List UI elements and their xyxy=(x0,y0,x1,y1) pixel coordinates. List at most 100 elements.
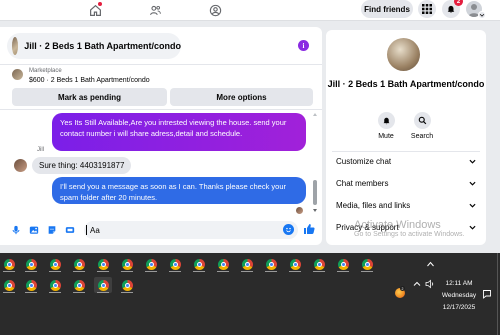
chevron-down-icon xyxy=(469,180,476,187)
chrome-icon xyxy=(25,258,37,270)
taskbar-chrome-window[interactable] xyxy=(70,277,88,293)
section-media-files-links[interactable]: Media, files and links xyxy=(326,196,486,214)
chrome-icon xyxy=(121,279,133,291)
emoji-icon[interactable] xyxy=(283,224,294,235)
running-indicator xyxy=(193,271,205,272)
taskbar-chrome-window[interactable] xyxy=(46,256,64,272)
running-indicator xyxy=(73,292,85,293)
running-indicator xyxy=(265,271,277,272)
taskbar-chrome-window[interactable] xyxy=(358,256,376,272)
microphone-icon[interactable] xyxy=(10,224,22,236)
chevron-up-icon[interactable] xyxy=(412,279,422,289)
running-indicator xyxy=(361,271,373,272)
taskbar-chrome-window[interactable] xyxy=(0,256,18,272)
notifications-button[interactable]: 2 xyxy=(442,0,463,18)
chrome-icon xyxy=(289,258,301,270)
sender-avatar[interactable] xyxy=(14,159,27,172)
grid-icon xyxy=(422,4,432,14)
info-panel-title: Jill · 2 Beds 1 Bath Apartment/condo xyxy=(327,79,485,89)
chrome-icon xyxy=(217,258,229,270)
photo-icon[interactable] xyxy=(28,224,40,236)
section-customize-chat[interactable]: Customize chat xyxy=(326,152,486,170)
taskbar-chrome-window[interactable] xyxy=(214,256,232,272)
account-chevron-down-icon[interactable] xyxy=(478,11,486,19)
running-indicator xyxy=(313,271,325,272)
chrome-icon xyxy=(73,258,85,270)
notification-center-icon[interactable] xyxy=(482,289,492,299)
taskbar-chrome-window[interactable] xyxy=(70,256,88,272)
taskbar-chrome-window[interactable] xyxy=(22,277,40,293)
running-indicator xyxy=(49,271,61,272)
scrollbar-thumb[interactable] xyxy=(313,180,317,205)
thumbs-up-icon[interactable] xyxy=(303,223,315,235)
taskbar-chrome-window[interactable] xyxy=(118,277,136,293)
taskbar-chrome-window[interactable] xyxy=(0,277,18,293)
friends-icon[interactable] xyxy=(145,1,165,19)
taskbar-chrome-window[interactable] xyxy=(46,277,64,293)
profile-circle-icon[interactable] xyxy=(205,1,225,19)
taskbar-chrome-window[interactable] xyxy=(118,256,136,272)
running-indicator xyxy=(73,271,85,272)
notification-count-badge: 2 xyxy=(454,0,463,6)
section-chat-members[interactable]: Chat members xyxy=(326,174,486,192)
bell-icon xyxy=(383,117,390,125)
volume-icon[interactable] xyxy=(425,279,435,289)
section-label: Customize chat xyxy=(336,156,392,166)
taskbar-chrome-window[interactable] xyxy=(286,256,304,272)
mute-button[interactable] xyxy=(378,112,395,129)
taskbar-chrome-window[interactable] xyxy=(262,256,280,272)
taskbar-chrome-window[interactable] xyxy=(238,256,256,272)
sticker-icon[interactable] xyxy=(46,224,58,236)
scroll-down-arrow[interactable] xyxy=(313,209,317,212)
listing-price-line[interactable]: $600 · 2 Beds 1 Bath Apartment/condo xyxy=(29,77,150,84)
chat-header[interactable]: Jill · 2 Beds 1 Bath Apartment/condo xyxy=(7,33,181,59)
message-input[interactable] xyxy=(84,221,298,239)
running-indicator xyxy=(169,271,181,272)
show-desktop-button[interactable] xyxy=(497,253,498,335)
chrome-icon xyxy=(337,258,349,270)
running-indicator xyxy=(25,292,37,293)
running-indicator xyxy=(3,271,15,272)
taskbar-chrome-window[interactable] xyxy=(166,256,184,272)
chrome-icon xyxy=(73,279,85,291)
outgoing-message[interactable]: Yes Its Still Available,Are you intreste… xyxy=(52,113,306,151)
system-clock[interactable]: 12:11 AM Wednesday 12/17/2025 xyxy=(436,278,482,314)
taskbar-chrome-window[interactable] xyxy=(94,277,112,293)
listing-image[interactable] xyxy=(387,38,420,71)
more-options-button[interactable]: More options xyxy=(170,88,313,106)
chat-panel: Jill · 2 Beds 1 Bath Apartment/condo i M… xyxy=(0,27,322,245)
menu-grid-button[interactable] xyxy=(418,0,436,18)
outgoing-message[interactable]: I'll send you a message as soon as I can… xyxy=(52,177,306,204)
show-hidden-icons-chevron-up-icon[interactable] xyxy=(427,260,434,267)
gif-icon[interactable] xyxy=(64,224,76,236)
incoming-message[interactable]: Sure thing: 4403191877 xyxy=(32,157,132,174)
home-notification-dot xyxy=(98,2,102,6)
chrome-icon xyxy=(145,258,157,270)
taskbar-chrome-window[interactable] xyxy=(94,256,112,272)
taskbar-chrome-window[interactable] xyxy=(22,256,40,272)
find-friends-button[interactable]: Find friends xyxy=(361,0,413,18)
taskbar-chrome-window[interactable] xyxy=(310,256,328,272)
marketplace-listing-thumbnail xyxy=(12,69,23,80)
text-cursor xyxy=(86,225,87,235)
info-icon[interactable]: i xyxy=(298,40,309,51)
scroll-up-arrow[interactable] xyxy=(313,113,317,116)
mark-as-pending-button[interactable]: Mark as pending xyxy=(12,88,167,106)
taskbar-chrome-window[interactable] xyxy=(190,256,208,272)
conversation-info-panel: Jill · 2 Beds 1 Bath Apartment/condo Mut… xyxy=(326,30,486,245)
taskbar-chrome-window[interactable] xyxy=(142,256,160,272)
app-tray-badge: 2 xyxy=(400,286,405,291)
running-indicator xyxy=(25,271,37,272)
running-indicator xyxy=(121,271,133,272)
divider xyxy=(0,109,322,110)
running-indicator xyxy=(121,292,133,293)
search-icon xyxy=(418,116,427,125)
chrome-icon xyxy=(3,279,15,291)
bell-icon xyxy=(447,5,455,14)
home-icon[interactable] xyxy=(85,1,105,19)
clock-day: Wednesday xyxy=(441,292,477,299)
chrome-icon xyxy=(193,258,205,270)
chrome-icon xyxy=(49,279,61,291)
search-button[interactable] xyxy=(414,112,431,129)
taskbar-chrome-window[interactable] xyxy=(334,256,352,272)
